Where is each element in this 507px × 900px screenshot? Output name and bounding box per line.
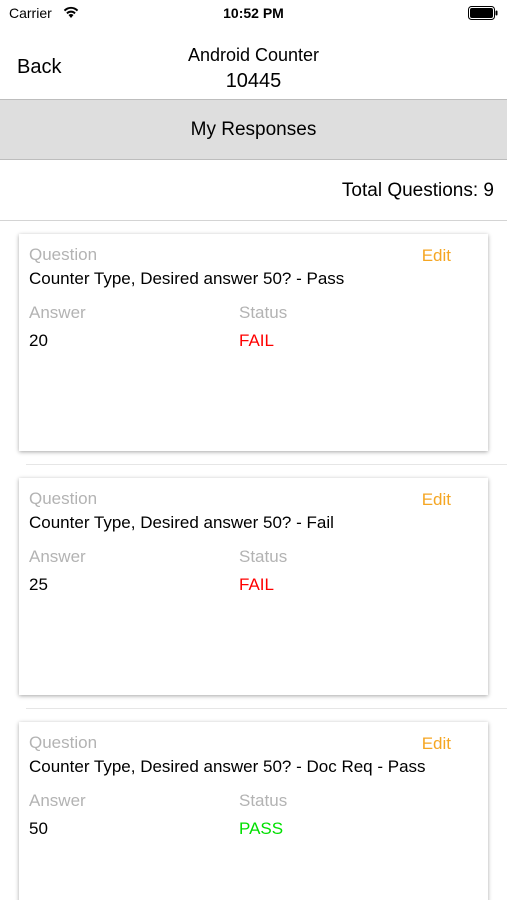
status-bar: Carrier 10:52 PM — [0, 0, 507, 28]
status-label: Status — [239, 303, 288, 322]
row-separator — [26, 708, 507, 709]
status-value: FAIL — [239, 331, 274, 350]
answer-label: Answer — [29, 303, 86, 322]
question-label: Question — [29, 245, 98, 264]
question-label: Question — [29, 489, 98, 508]
status-label: Status — [239, 791, 288, 810]
clock: 10:52 PM — [223, 5, 284, 21]
answer-label: Answer — [29, 791, 86, 810]
section-header: My Responses — [0, 99, 507, 160]
battery-icon — [468, 6, 498, 20]
total-questions-row: Total Questions: 9 — [0, 160, 507, 221]
edit-button[interactable]: Edit — [422, 490, 451, 510]
nav-subtitle: 10445 — [225, 70, 282, 92]
answer-value: 50 — [29, 819, 48, 838]
responses-list[interactable]: Question Edit Counter Type, Desired answ… — [0, 221, 507, 900]
navigation-bar: Back Android Counter 10445 — [0, 28, 507, 100]
answer-value: 25 — [29, 575, 48, 594]
question-text: Counter Type, Desired answer 50? - Fail — [29, 513, 334, 532]
answer-label: Answer — [29, 547, 86, 566]
edit-button[interactable]: Edit — [422, 246, 451, 266]
nav-title: Android Counter — [187, 45, 320, 65]
status-value: PASS — [239, 819, 284, 838]
response-card: Question Edit Counter Type, Desired answ… — [19, 478, 488, 695]
question-label: Question — [29, 733, 98, 752]
question-text: Counter Type, Desired answer 50? - Doc R… — [29, 757, 426, 776]
status-label: Status — [239, 547, 288, 566]
edit-button[interactable]: Edit — [422, 734, 451, 754]
status-value: FAIL — [239, 575, 274, 594]
total-questions-label: Total Questions: 9 — [341, 180, 494, 201]
section-title: My Responses — [190, 119, 317, 140]
row-separator — [26, 464, 507, 465]
question-text: Counter Type, Desired answer 50? - Pass — [29, 269, 345, 288]
response-card: Question Edit Counter Type, Desired answ… — [19, 722, 488, 900]
answer-value: 20 — [29, 331, 48, 350]
response-card: Question Edit Counter Type, Desired answ… — [19, 234, 488, 451]
